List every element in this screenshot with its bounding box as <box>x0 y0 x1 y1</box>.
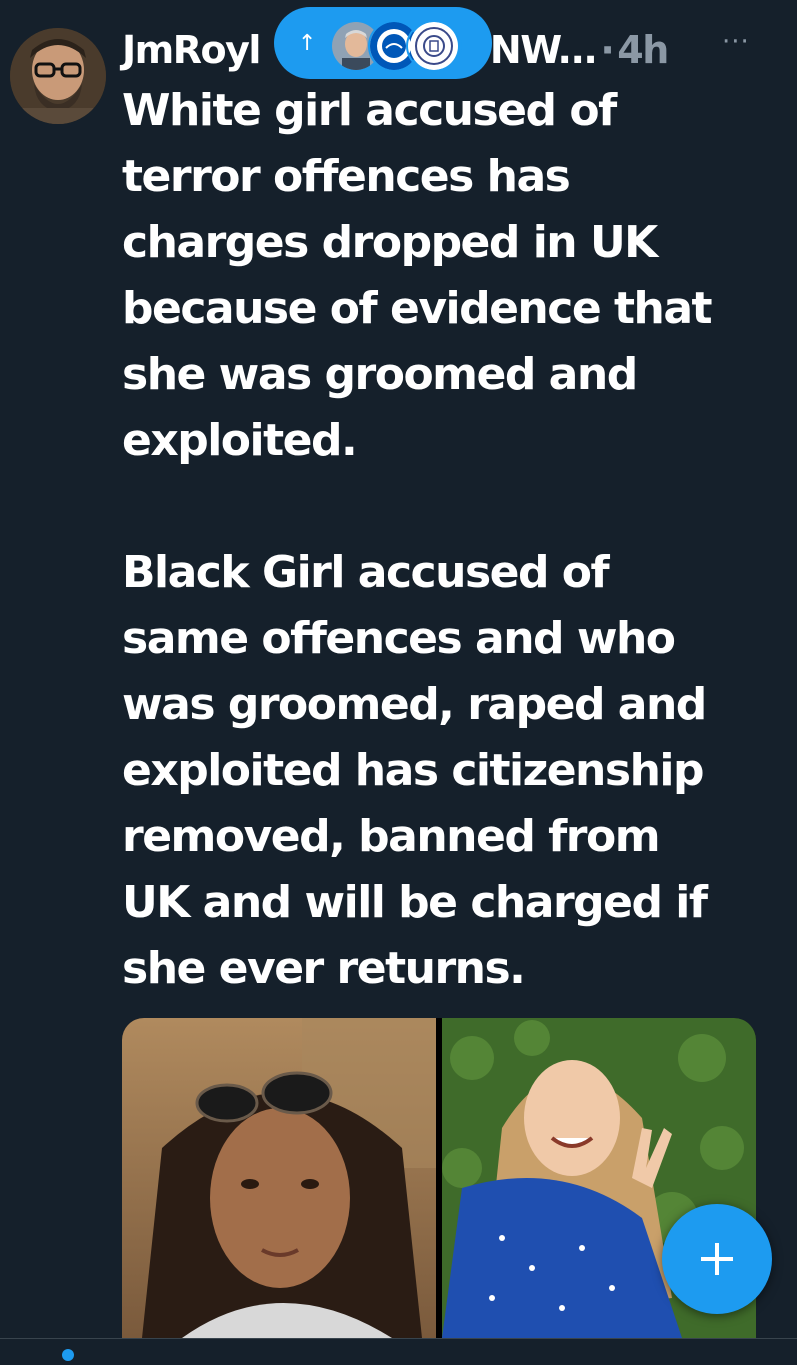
bottom-navigation-bar <box>0 1338 797 1365</box>
compose-tweet-button[interactable] <box>662 1204 772 1314</box>
photo-woman-sunglasses <box>122 1018 436 1338</box>
tweet-media[interactable] <box>122 1018 756 1338</box>
tweet-timestamp[interactable]: 4h <box>617 28 669 72</box>
author-handle[interactable]: NW... <box>490 28 598 72</box>
new-tweets-pill[interactable]: ↑ <box>274 7 492 79</box>
tweet-text: White girl accused of terror offences ha… <box>122 85 713 994</box>
new-tweet-avatar-crest <box>406 20 462 72</box>
author-name[interactable]: JmRoyl <box>122 28 261 72</box>
notification-dot <box>62 1349 74 1361</box>
arrow-up-icon: ↑ <box>298 30 317 56</box>
author-avatar[interactable] <box>10 28 106 124</box>
media-photo-left[interactable] <box>122 1018 436 1338</box>
plus-icon <box>701 1243 733 1275</box>
header-separator: · <box>600 28 614 72</box>
more-options-icon[interactable]: ··· <box>722 29 750 55</box>
avatar-image <box>10 28 106 124</box>
